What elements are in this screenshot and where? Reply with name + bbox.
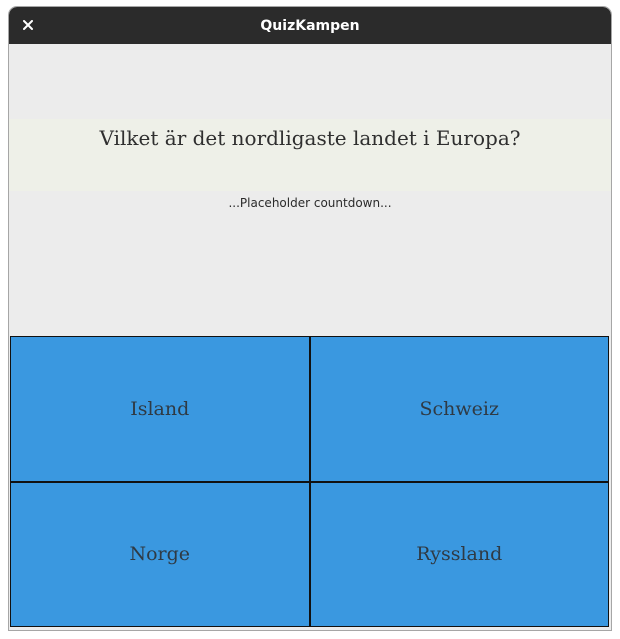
window-title: QuizKampen [260, 18, 360, 34]
title-bar: QuizKampen [9, 7, 611, 44]
countdown-label: ...Placeholder countdown... [228, 196, 392, 210]
answer-button-island[interactable]: Island [11, 337, 309, 481]
answer-button-norge[interactable]: Norge [11, 482, 309, 626]
app-window: QuizKampen Vilket är det nordligaste lan… [9, 7, 611, 630]
answer-button-schweiz[interactable]: Schweiz [310, 337, 608, 481]
quiz-content: Vilket är det nordligaste landet i Europ… [9, 44, 611, 630]
answer-grid: Island Schweiz Norge Ryssland [10, 336, 609, 627]
question-text: Vilket är det nordligaste landet i Europ… [99, 126, 521, 150]
answer-button-ryssland[interactable]: Ryssland [310, 482, 608, 626]
